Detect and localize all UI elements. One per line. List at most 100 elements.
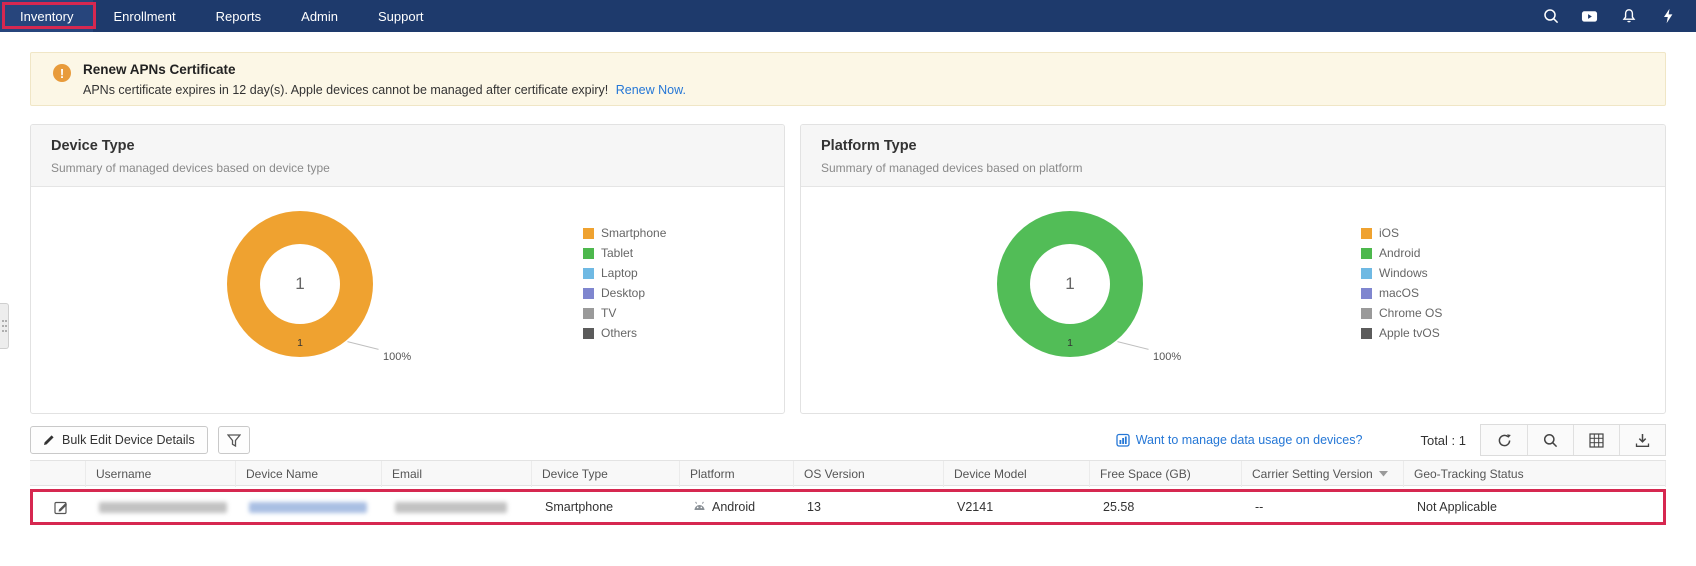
legend-label: Windows	[1379, 266, 1428, 280]
nav-tab-support[interactable]: Support	[358, 0, 444, 32]
header-carrier-setting-version[interactable]: Carrier Setting Version	[1242, 461, 1404, 487]
bulk-edit-button[interactable]: Bulk Edit Device Details	[30, 426, 208, 454]
row-edit-button[interactable]	[33, 500, 89, 515]
header-select	[30, 461, 86, 487]
header-device-model[interactable]: Device Model	[944, 461, 1090, 487]
platform-type-title: Platform Type	[821, 138, 1645, 154]
renew-now-link[interactable]: Renew Now.	[616, 83, 686, 97]
legend-item[interactable]: Chrome OS	[1361, 307, 1442, 319]
cell-email[interactable]	[385, 502, 535, 513]
legend-swatch	[1361, 308, 1372, 319]
nav-tab-inventory[interactable]: Inventory	[0, 0, 93, 32]
header-os-version[interactable]: OS Version	[794, 461, 944, 487]
device-type-chart: 1 1 100% Smartphone Tablet Laptop Deskto…	[31, 187, 784, 414]
legend-item[interactable]: TV	[583, 307, 666, 319]
grid-icon[interactable]	[1573, 425, 1619, 455]
download-icon[interactable]	[1619, 425, 1665, 455]
legend-label: macOS	[1379, 286, 1419, 300]
table-header: Username Device Name Email Device Type P…	[30, 460, 1666, 486]
alert-title: Renew APNs Certificate	[83, 62, 686, 77]
device-type-center-value: 1	[295, 274, 304, 294]
legend-item[interactable]: macOS	[1361, 287, 1442, 299]
sidebar-collapse-handle[interactable]	[0, 303, 9, 349]
legend-item[interactable]: Android	[1361, 247, 1442, 259]
search-icon[interactable]	[1527, 425, 1573, 455]
table-row[interactable]: Smartphone Android 13 V2141 25.58 -- Not…	[33, 492, 1663, 522]
filter-button[interactable]	[218, 426, 250, 454]
legend-label: Desktop	[601, 286, 645, 300]
device-type-donut[interactable]: 1 1	[227, 211, 373, 357]
legend-item[interactable]: Windows	[1361, 267, 1442, 279]
legend-swatch	[1361, 328, 1372, 339]
header-device-type[interactable]: Device Type	[532, 461, 680, 487]
platform-type-percent-label: 100%	[1153, 351, 1181, 363]
platform-type-donut[interactable]: 1 1	[997, 211, 1143, 357]
warning-icon: !	[53, 64, 71, 82]
legend-item[interactable]: Tablet	[583, 247, 666, 259]
nav-tab-reports-label: Reports	[216, 9, 262, 24]
nav-tab-enrollment[interactable]: Enrollment	[93, 0, 195, 32]
legend-swatch	[583, 268, 594, 279]
header-email[interactable]: Email	[382, 461, 532, 487]
legend-swatch	[583, 308, 594, 319]
legend-label: Tablet	[601, 246, 633, 260]
pencil-icon	[43, 434, 55, 446]
nav-tab-support-label: Support	[378, 9, 424, 24]
platform-type-card-header: Platform Type Summary of managed devices…	[801, 125, 1665, 187]
legend-item[interactable]: Apple tvOS	[1361, 327, 1442, 339]
nav-tab-enrollment-label: Enrollment	[113, 9, 175, 24]
platform-type-chart: 1 1 100% iOS Android Windows macOS Chrom…	[801, 187, 1665, 414]
legend-swatch	[1361, 288, 1372, 299]
redacted-device-name	[249, 502, 367, 513]
bolt-icon[interactable]	[1659, 8, 1676, 25]
header-device-name[interactable]: Device Name	[236, 461, 382, 487]
nav-tab-reports[interactable]: Reports	[196, 0, 282, 32]
header-geo-tracking[interactable]: Geo-Tracking Status	[1404, 461, 1666, 487]
cell-platform: Android	[683, 500, 797, 514]
chevron-down-icon[interactable]	[1379, 471, 1388, 477]
legend-swatch	[583, 248, 594, 259]
legend-label: Laptop	[601, 266, 638, 280]
filter-icon	[227, 434, 241, 447]
drag-dots-icon	[2, 320, 4, 322]
header-username[interactable]: Username	[86, 461, 236, 487]
redacted-username	[99, 502, 227, 513]
total-count: Total : 1	[1420, 433, 1466, 448]
legend-item[interactable]: Desktop	[583, 287, 666, 299]
legend-item[interactable]: Smartphone	[583, 227, 666, 239]
cell-device-model: V2141	[947, 500, 1093, 514]
apns-alert-banner: ! Renew APNs Certificate APNs certificat…	[30, 52, 1666, 106]
cell-username[interactable]	[89, 502, 239, 513]
data-usage-link[interactable]: Want to manage data usage on devices?	[1116, 433, 1363, 447]
bell-icon[interactable]	[1620, 8, 1637, 25]
header-carrier-label: Carrier Setting Version	[1252, 467, 1373, 481]
alert-message-text: APNs certificate expires in 12 day(s). A…	[83, 83, 608, 97]
video-icon[interactable]	[1581, 8, 1598, 25]
cell-device-name[interactable]	[239, 502, 385, 513]
legend-item[interactable]: iOS	[1361, 227, 1442, 239]
legend-label: Chrome OS	[1379, 306, 1442, 320]
legend-label: iOS	[1379, 226, 1399, 240]
redacted-email	[395, 502, 507, 513]
platform-type-donut-center: 1	[1030, 244, 1110, 324]
platform-type-slice-label: 1	[1067, 337, 1073, 349]
refresh-icon[interactable]	[1481, 425, 1527, 455]
device-type-legend: Smartphone Tablet Laptop Desktop TV Othe…	[583, 227, 666, 347]
platform-type-legend: iOS Android Windows macOS Chrome OS Appl…	[1361, 227, 1442, 347]
platform-type-card: Platform Type Summary of managed devices…	[800, 124, 1666, 414]
header-platform[interactable]: Platform	[680, 461, 794, 487]
nav-tabs: Inventory Enrollment Reports Admin Suppo…	[0, 0, 444, 32]
nav-tab-admin[interactable]: Admin	[281, 0, 358, 32]
legend-item[interactable]: Laptop	[583, 267, 666, 279]
legend-item[interactable]: Others	[583, 327, 666, 339]
cell-free-space: 25.58	[1093, 500, 1245, 514]
table-action-icons	[1480, 424, 1666, 456]
header-free-space[interactable]: Free Space (GB)	[1090, 461, 1242, 487]
device-type-percent-label: 100%	[383, 351, 411, 363]
bulk-edit-label: Bulk Edit Device Details	[62, 433, 195, 447]
device-type-donut-center: 1	[260, 244, 340, 324]
alert-message: APNs certificate expires in 12 day(s). A…	[83, 83, 686, 97]
legend-swatch	[583, 228, 594, 239]
platform-type-callout-line	[1117, 341, 1148, 350]
search-icon[interactable]	[1542, 8, 1559, 25]
